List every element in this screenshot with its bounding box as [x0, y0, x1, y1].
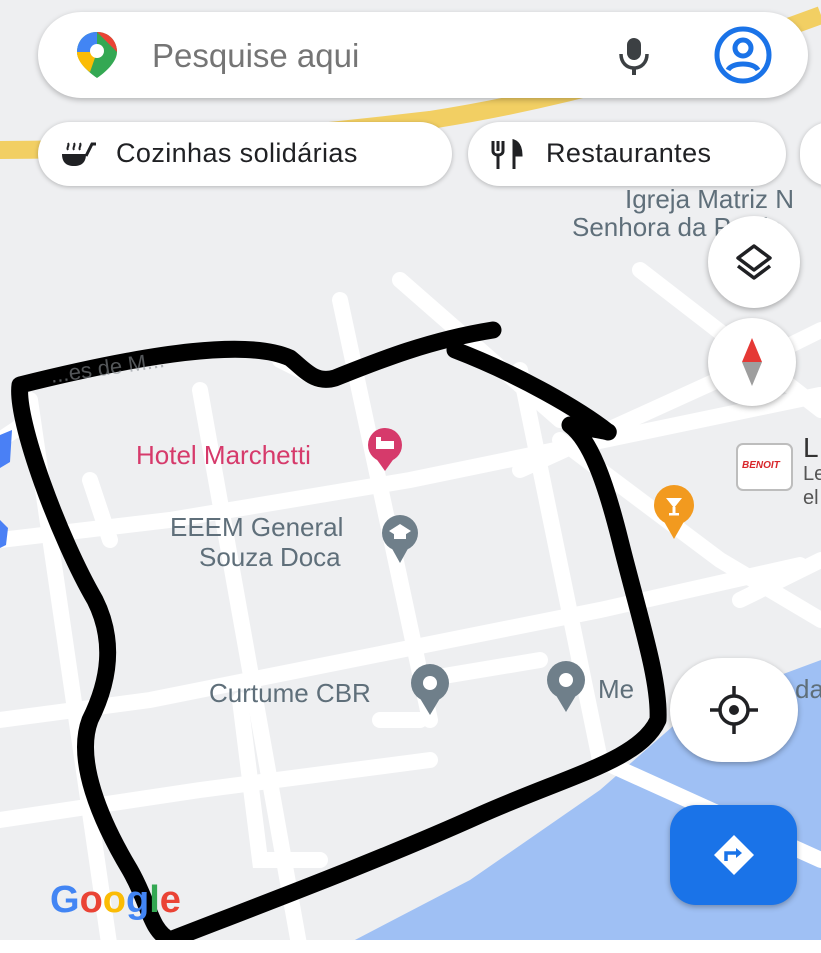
- benoit-label-le[interactable]: Le: [803, 463, 821, 486]
- microphone-icon[interactable]: [616, 36, 652, 76]
- school-label-line1[interactable]: EEEM General: [170, 512, 343, 543]
- fork-knife-icon: [491, 139, 523, 169]
- account-icon[interactable]: [713, 25, 773, 85]
- google-maps-pin-icon: [77, 32, 117, 78]
- benoit-logo-text: BENOIT: [742, 460, 780, 471]
- benoit-label-l[interactable]: L: [803, 432, 819, 464]
- my-location-icon: [710, 686, 758, 734]
- soup-kitchen-icon: [62, 142, 96, 166]
- compass-icon: [742, 338, 762, 386]
- search-bar[interactable]: [38, 12, 808, 98]
- church-label-line1[interactable]: Igreja Matriz N: [625, 184, 794, 215]
- hotel-label[interactable]: Hotel Marchetti: [136, 440, 311, 471]
- benoit-label-el[interactable]: el: [803, 487, 819, 510]
- layers-button[interactable]: [708, 216, 800, 308]
- partial-place-label-tail[interactable]: da: [795, 674, 821, 705]
- bottom-sheet-edge[interactable]: [0, 940, 821, 953]
- compass-button[interactable]: [708, 318, 796, 406]
- chip-label: Cozinhas solidárias: [116, 138, 358, 168]
- directions-button[interactable]: [670, 805, 797, 905]
- partial-place-label[interactable]: Me: [598, 674, 634, 705]
- school-label-line2[interactable]: Souza Doca: [199, 542, 341, 573]
- curtume-label[interactable]: Curtume CBR: [209, 678, 371, 709]
- svg-text:Google: Google: [50, 879, 181, 921]
- my-location-button[interactable]: [670, 658, 798, 762]
- search-input[interactable]: [150, 32, 584, 80]
- chip-restaurantes[interactable]: Restaurantes: [468, 122, 786, 186]
- chip-label: Restaurantes: [546, 138, 712, 168]
- google-watermark: Google: [50, 879, 181, 921]
- layers-icon: [736, 244, 772, 280]
- chip-cozinhas-solidarias[interactable]: Cozinhas solidárias: [38, 122, 452, 186]
- church-label-line2[interactable]: Senhora da P: [572, 212, 731, 242]
- directions-icon: [714, 835, 754, 875]
